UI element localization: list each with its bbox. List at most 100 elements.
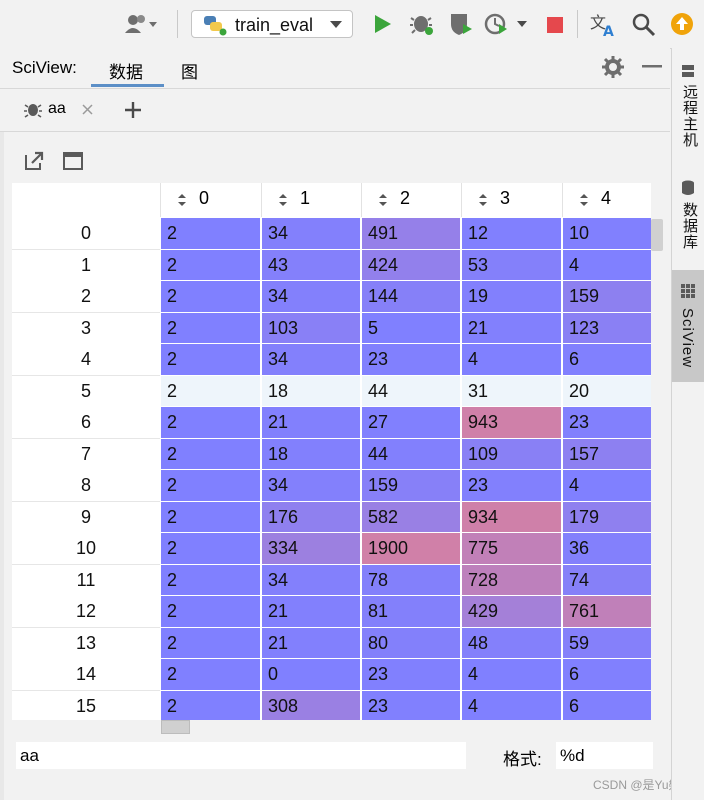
translate-icon[interactable]: 文 A — [590, 12, 618, 38]
table-cell[interactable]: 80 — [362, 627, 462, 659]
tab-database[interactable]: 数据库 — [672, 174, 704, 264]
table-cell[interactable]: 2 — [161, 659, 262, 691]
table-cell[interactable]: 6 — [563, 659, 651, 691]
tab-data[interactable]: 数据 — [109, 58, 143, 83]
column-header-4[interactable]: 4 — [563, 183, 651, 217]
table-cell[interactable]: 2 — [161, 533, 262, 565]
vertical-scrollbar[interactable] — [651, 218, 665, 720]
table-cell[interactable]: 4 — [462, 344, 563, 376]
table-cell[interactable]: 31 — [462, 375, 563, 407]
table-cell[interactable]: 23 — [563, 407, 651, 439]
table-cell[interactable]: 4 — [563, 249, 651, 281]
row-index[interactable]: 6 — [12, 407, 160, 439]
table-cell[interactable]: 74 — [563, 564, 651, 596]
horizontal-scroll-thumb[interactable] — [161, 720, 190, 734]
run-config-select[interactable]: train_eval — [191, 10, 353, 38]
table-cell[interactable]: 12 — [462, 218, 563, 250]
row-index[interactable]: 15 — [12, 690, 160, 720]
table-cell[interactable]: 2 — [161, 249, 262, 281]
table-cell[interactable]: 34 — [262, 470, 362, 502]
table-cell[interactable]: 53 — [462, 249, 563, 281]
debug-icon[interactable] — [410, 12, 434, 36]
table-cell[interactable]: 2 — [161, 281, 262, 313]
row-index[interactable]: 3 — [12, 312, 160, 345]
table-cell[interactable]: 19 — [462, 281, 563, 313]
table-cell[interactable]: 2 — [161, 564, 262, 596]
table-cell[interactable]: 43 — [262, 249, 362, 281]
tab-aa[interactable]: aa — [0, 89, 104, 129]
tab-remote-host[interactable]: 远程主机 — [672, 60, 704, 160]
table-cell[interactable]: 2 — [161, 438, 262, 470]
table-cell[interactable]: 2 — [161, 407, 262, 439]
table-cell[interactable]: 775 — [462, 533, 563, 565]
row-index[interactable]: 8 — [12, 470, 160, 502]
row-index[interactable]: 1 — [12, 249, 160, 282]
row-index[interactable]: 5 — [12, 375, 160, 408]
table-cell[interactable]: 34 — [262, 281, 362, 313]
table-cell[interactable]: 6 — [563, 690, 651, 720]
table-cell[interactable]: 21 — [262, 627, 362, 659]
open-external-icon[interactable] — [24, 151, 44, 171]
table-cell[interactable]: 424 — [362, 249, 462, 281]
update-icon[interactable] — [670, 12, 694, 36]
table-cell[interactable]: 109 — [462, 438, 563, 470]
table-cell[interactable]: 48 — [462, 627, 563, 659]
column-header-2[interactable]: 2 — [362, 183, 462, 217]
row-index[interactable]: 14 — [12, 659, 160, 691]
table-cell[interactable]: 34 — [262, 218, 362, 250]
table-cell[interactable]: 36 — [563, 533, 651, 565]
table-cell[interactable]: 4 — [462, 659, 563, 691]
tab-plots[interactable]: 图 — [181, 58, 198, 83]
coverage-icon[interactable] — [449, 12, 473, 36]
table-cell[interactable]: 2 — [161, 344, 262, 376]
table-cell[interactable]: 23 — [362, 690, 462, 720]
table-cell[interactable]: 2 — [161, 218, 262, 250]
minimize-icon[interactable] — [642, 65, 662, 69]
table-cell[interactable]: 44 — [362, 375, 462, 407]
table-cell[interactable]: 157 — [563, 438, 651, 470]
table-cell[interactable]: 5 — [362, 312, 462, 344]
add-icon[interactable] — [124, 101, 142, 119]
table-cell[interactable]: 2 — [161, 470, 262, 502]
row-index[interactable]: 4 — [12, 344, 160, 376]
search-icon[interactable] — [632, 13, 656, 37]
table-cell[interactable]: 2 — [161, 627, 262, 659]
row-index[interactable]: 2 — [12, 281, 160, 313]
table-cell[interactable]: 59 — [563, 627, 651, 659]
table-cell[interactable]: 18 — [262, 438, 362, 470]
tab-sciview[interactable]: SciView — [672, 270, 704, 382]
table-cell[interactable]: 34 — [262, 564, 362, 596]
column-header-0[interactable]: 0 — [161, 183, 262, 217]
table-cell[interactable]: 21 — [262, 407, 362, 439]
table-cell[interactable]: 23 — [362, 659, 462, 691]
table-cell[interactable]: 6 — [563, 344, 651, 376]
table-cell[interactable]: 123 — [563, 312, 651, 344]
table-cell[interactable]: 4 — [462, 690, 563, 720]
table-cell[interactable]: 21 — [262, 596, 362, 628]
table-cell[interactable]: 0 — [262, 659, 362, 691]
run-icon[interactable] — [374, 14, 392, 34]
table-cell[interactable]: 934 — [462, 501, 563, 533]
row-index[interactable]: 0 — [12, 218, 160, 250]
table-cell[interactable]: 308 — [262, 690, 362, 720]
table-cell[interactable]: 144 — [362, 281, 462, 313]
table-cell[interactable]: 23 — [462, 470, 563, 502]
table-cell[interactable]: 334 — [262, 533, 362, 565]
sort-icon[interactable] — [478, 193, 488, 207]
sort-icon[interactable] — [579, 193, 589, 207]
row-index[interactable]: 9 — [12, 501, 160, 534]
row-index[interactable]: 11 — [12, 564, 160, 597]
sort-icon[interactable] — [378, 193, 388, 207]
table-cell[interactable]: 4 — [563, 470, 651, 502]
table-cell[interactable]: 18 — [262, 375, 362, 407]
column-header-1[interactable]: 1 — [262, 183, 362, 217]
table-cell[interactable]: 21 — [462, 312, 563, 344]
table-cell[interactable]: 103 — [262, 312, 362, 344]
data-table[interactable]: 0 1 2 3 4 0 2 34 491 12 10 1 2 43 424 53 4 2 2 34 144 19 159 3 2… — [12, 183, 651, 720]
table-cell[interactable]: 2 — [161, 375, 262, 407]
table-cell[interactable]: 81 — [362, 596, 462, 628]
window-icon[interactable] — [63, 152, 83, 170]
account-icon[interactable] — [125, 14, 161, 34]
vertical-scroll-thumb[interactable] — [651, 219, 663, 251]
column-header-3[interactable]: 3 — [462, 183, 563, 217]
